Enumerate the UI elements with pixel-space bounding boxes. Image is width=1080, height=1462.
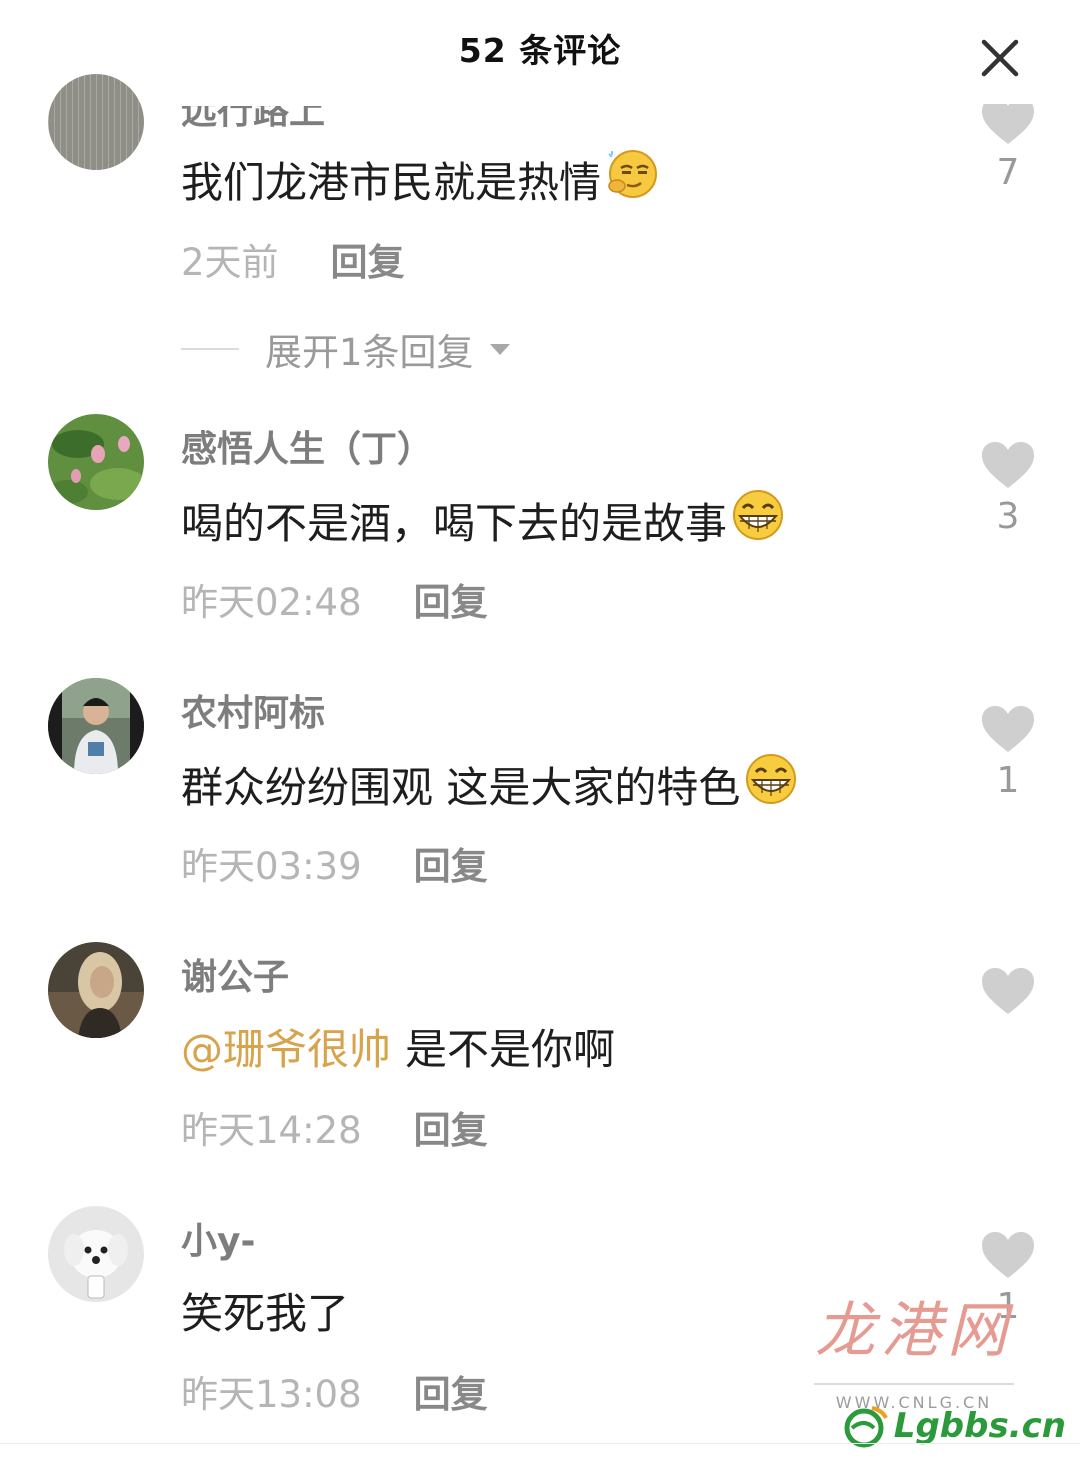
comment-time: 昨天14:28 (181, 1109, 362, 1152)
expand-replies-button[interactable]: 展开1条回复 (181, 322, 514, 376)
close-icon (981, 39, 1019, 77)
divider-line (181, 348, 239, 350)
like-button[interactable]: 3 (978, 440, 1038, 537)
avatar[interactable] (48, 942, 144, 1038)
like-count: 3 (996, 496, 1020, 537)
watermark-logo: 龙港网 (815, 1296, 1013, 1366)
like-button[interactable]: 1 (978, 704, 1038, 801)
comments-count-title: 52 条评论 (458, 31, 622, 70)
comment-text: 笑死我了 (181, 1289, 350, 1338)
comment-meta: 昨天13:08 回复 (181, 1364, 488, 1418)
heart-icon (980, 96, 1036, 146)
reply-button[interactable]: 回复 (331, 232, 405, 286)
comment-text: 群众纷纷围观 这是大家的特色 (181, 752, 800, 816)
comment-meta: 昨天03:39 回复 (181, 836, 488, 890)
like-count: 7 (996, 152, 1020, 193)
avatar[interactable] (48, 414, 144, 510)
avatar[interactable] (48, 74, 144, 170)
bottom-logo-text: Lgbbs.cn (893, 1406, 1066, 1446)
comment-time: 昨天03:39 (181, 845, 362, 888)
caret-down-icon (489, 344, 510, 355)
swirl-logo-icon (844, 1406, 888, 1448)
reply-button[interactable]: 回复 (414, 1364, 488, 1418)
comment-meta: 昨天14:28 回复 (181, 1100, 488, 1154)
comment-time: 昨天02:48 (181, 581, 362, 624)
comment-text: @珊爷很帅 是不是你啊 (181, 1016, 615, 1077)
heart-icon (982, 442, 1034, 488)
expand-replies-label: 展开1条回复 (265, 331, 474, 374)
comment-time: 2天前 (181, 241, 279, 284)
like-button[interactable]: 7 (978, 96, 1038, 193)
heart-icon (982, 706, 1034, 752)
comment-username[interactable]: 谢公子 (181, 948, 289, 1000)
avatar[interactable] (48, 678, 144, 774)
heart-icon (982, 1232, 1034, 1278)
avatar[interactable] (48, 1206, 144, 1302)
comment-username[interactable]: 感悟人生（丁） (181, 420, 433, 472)
bottom-site-logo: Lgbbs.cn (842, 1404, 1066, 1448)
grin-emoji-icon (742, 752, 800, 816)
grin-emoji-icon (729, 488, 787, 552)
divider (0, 1443, 1080, 1444)
mention-link[interactable]: @珊爷很帅 (181, 1016, 391, 1077)
comment-meta: 2天前 回复 (181, 232, 405, 286)
comment-username[interactable]: 小y- (181, 1212, 255, 1264)
comment-meta: 昨天02:48 回复 (181, 572, 488, 626)
comment-text: 我们龙港市民就是热情 (181, 148, 659, 210)
smirk-emoji-icon (603, 148, 659, 210)
reply-button[interactable]: 回复 (414, 836, 488, 890)
close-button[interactable] (972, 30, 1028, 86)
like-count: 1 (996, 760, 1020, 801)
reply-button[interactable]: 回复 (414, 1100, 488, 1154)
comments-header: 52 条评论 (0, 0, 1080, 96)
comment-text: 喝的不是酒，喝下去的是故事 (181, 488, 787, 552)
like-button[interactable] (978, 966, 1038, 1022)
reply-button[interactable]: 回复 (414, 572, 488, 626)
comment-username[interactable]: 农村阿标 (181, 684, 325, 736)
heart-icon (982, 968, 1034, 1014)
site-watermark: 龙港网 WWW.CNLG.CN (814, 1282, 1014, 1412)
comment-time: 昨天13:08 (181, 1373, 362, 1416)
